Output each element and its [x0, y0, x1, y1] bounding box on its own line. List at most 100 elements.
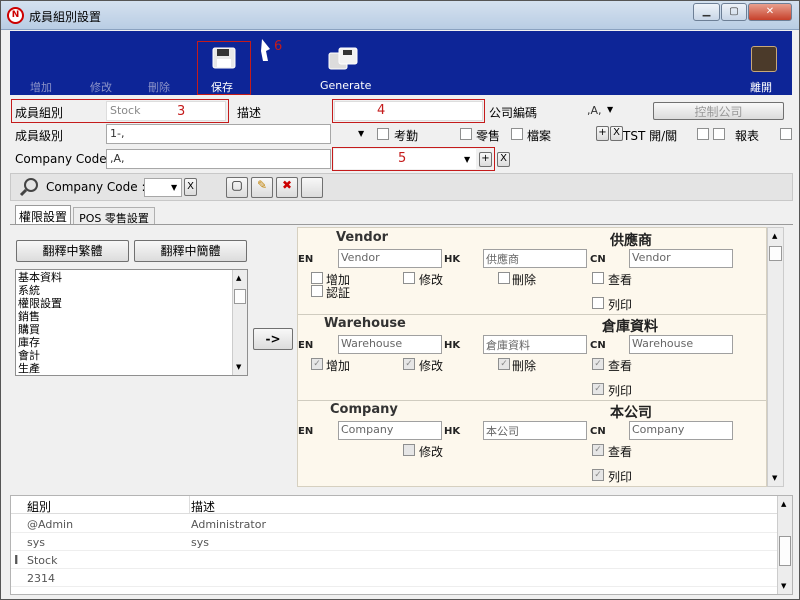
group-input[interactable]: Stock	[106, 101, 226, 121]
generate-button[interactable]: Generate	[320, 79, 371, 92]
col-header-group[interactable]: 組別	[27, 498, 51, 515]
table-row[interactable]: @Admin Administrator	[11, 515, 777, 533]
col-header-desc[interactable]: 描述	[191, 498, 215, 515]
list-item[interactable]: 生產	[18, 362, 245, 375]
module-list-body: 基本資料 系統 權限設置 銷售 購買 庫存 會計 生產	[16, 270, 247, 375]
minimize-button[interactable]: ▁	[693, 3, 720, 21]
vendor-delete-checkbox[interactable]	[498, 272, 510, 284]
translate-simp-button[interactable]: 翻釋中簡體	[134, 240, 247, 262]
scroll-up-icon[interactable]: ▲	[236, 274, 241, 282]
warehouse-view-label: 查看	[608, 359, 633, 373]
level-input[interactable]: 1-,	[106, 124, 331, 144]
warehouse-edit-checkbox[interactable]: ✓	[403, 358, 415, 370]
scroll-down-icon[interactable]: ▼	[772, 474, 777, 482]
company-cn-input[interactable]: Company	[629, 421, 733, 440]
apply-arrow-button[interactable]: ->	[253, 328, 293, 350]
list-item[interactable]: 權限設置	[18, 297, 245, 310]
warehouse-add-checkbox[interactable]: ✓	[311, 358, 323, 370]
annotation-5: 5	[398, 151, 407, 166]
plus-icon[interactable]: +	[479, 152, 492, 167]
tab-permissions[interactable]: 權限設置	[15, 205, 71, 225]
company-no-select[interactable]: ,A,	[583, 101, 619, 121]
tab-pos-settings[interactable]: POS 零售設置	[73, 207, 155, 225]
module-list-scrollbar[interactable]: ▲ ▼	[232, 270, 247, 375]
vendor-cn-input[interactable]: Vendor	[629, 249, 733, 268]
chevron-down-icon[interactable]: ▼	[464, 155, 470, 164]
table-scroll-thumb[interactable]	[779, 536, 791, 566]
list-item[interactable]: 基本資料	[18, 271, 245, 284]
vendor-print-checkbox[interactable]	[592, 297, 604, 309]
vendor-view-label: 查看	[608, 273, 633, 287]
company-hk-input[interactable]: 本公司	[483, 421, 587, 440]
close-button[interactable]: ✕	[748, 3, 792, 21]
company-title-en: Company	[330, 402, 398, 417]
search-icon[interactable]	[19, 177, 39, 197]
file-checkbox[interactable]	[511, 128, 523, 140]
generate-icon	[328, 47, 358, 70]
remove-icon[interactable]: X	[610, 126, 623, 141]
vendor-hk-input[interactable]: 供應商	[483, 249, 587, 268]
add-button[interactable]: 增加	[30, 79, 52, 95]
delete-button[interactable]: 刪除	[148, 79, 170, 95]
exit-button[interactable]: 離開	[750, 79, 772, 95]
control-company-button[interactable]: 控制公司	[653, 102, 784, 120]
list-item[interactable]: 庫存	[18, 336, 245, 349]
retail-checkbox[interactable]	[460, 128, 472, 140]
warehouse-en-input[interactable]: Warehouse	[338, 335, 442, 354]
company-edit-checkbox[interactable]	[403, 444, 415, 456]
permission-scroll-thumb[interactable]	[769, 246, 782, 261]
module-list-scroll-thumb[interactable]	[234, 289, 246, 304]
hk-tag: HK	[444, 426, 461, 437]
vendor-approve-checkbox[interactable]	[311, 285, 323, 297]
cell-group: @Admin	[27, 518, 74, 531]
attendance-checkbox[interactable]	[377, 128, 389, 140]
scroll-down-icon[interactable]: ▼	[236, 363, 241, 371]
translate-trad-button[interactable]: 翻釋中繁體	[16, 240, 129, 262]
list-item[interactable]: 系統	[18, 284, 245, 297]
company-code-input[interactable]: ,A,	[106, 149, 331, 169]
blank-tool-button[interactable]	[301, 177, 323, 198]
cell-group: Stock	[27, 554, 58, 567]
vendor-add-checkbox[interactable]	[311, 272, 323, 284]
vendor-edit-checkbox[interactable]	[403, 272, 415, 284]
app-logo-icon: N	[7, 7, 24, 24]
vendor-en-input[interactable]: Vendor	[338, 249, 442, 268]
edit-button[interactable]: 修改	[90, 79, 112, 95]
pencil-icon[interactable]: ✎	[251, 177, 273, 198]
desc-input[interactable]	[334, 101, 483, 121]
company-view-checkbox[interactable]: ✓	[592, 444, 604, 456]
scroll-up-icon[interactable]: ▲	[781, 500, 786, 508]
warehouse-print-checkbox[interactable]: ✓	[592, 383, 604, 395]
warehouse-cn-input[interactable]: Warehouse	[629, 335, 733, 354]
list-item[interactable]: 會計	[18, 349, 245, 362]
scroll-up-icon[interactable]: ▲	[772, 232, 777, 240]
company-print-checkbox[interactable]: ✓	[592, 469, 604, 481]
warehouse-delete-checkbox[interactable]: ✓	[498, 358, 510, 370]
delete-doc-icon[interactable]: ✖	[276, 177, 298, 198]
company-en-input[interactable]: Company	[338, 421, 442, 440]
list-item[interactable]: 購買	[18, 323, 245, 336]
exit-door-icon	[751, 46, 777, 72]
new-document-icon[interactable]: ▢	[226, 177, 248, 198]
table-row[interactable]: I Stock	[11, 551, 777, 569]
tst-checkbox-2[interactable]	[713, 128, 725, 140]
clear-filter-button[interactable]: X	[184, 178, 197, 196]
warehouse-hk-input[interactable]: 倉庫資料	[483, 335, 587, 354]
remove-icon[interactable]: X	[497, 152, 510, 167]
plus-icon[interactable]: +	[596, 126, 609, 141]
module-list[interactable]: 基本資料 系統 權限設置 銷售 購買 庫存 會計 生產 ▲ ▼	[15, 269, 248, 376]
chevron-down-icon[interactable]: ▼	[358, 129, 364, 138]
scroll-down-icon[interactable]: ▼	[781, 582, 786, 590]
table-row[interactable]: 2314	[11, 569, 777, 587]
maximize-button[interactable]: ▢	[721, 3, 747, 21]
vendor-view-checkbox[interactable]	[592, 272, 604, 284]
warehouse-view-checkbox[interactable]: ✓	[592, 358, 604, 370]
save-button[interactable]: 保存	[197, 41, 251, 95]
report-checkbox[interactable]	[780, 128, 792, 140]
table-scrollbar[interactable]: ▲ ▼	[777, 496, 792, 594]
tst-checkbox-1[interactable]	[697, 128, 709, 140]
permission-scrollbar[interactable]: ▲ ▼	[767, 227, 784, 487]
table-row[interactable]: sys sys	[11, 533, 777, 551]
tst-label: TST 開/關	[623, 129, 678, 143]
list-item[interactable]: 銷售	[18, 310, 245, 323]
